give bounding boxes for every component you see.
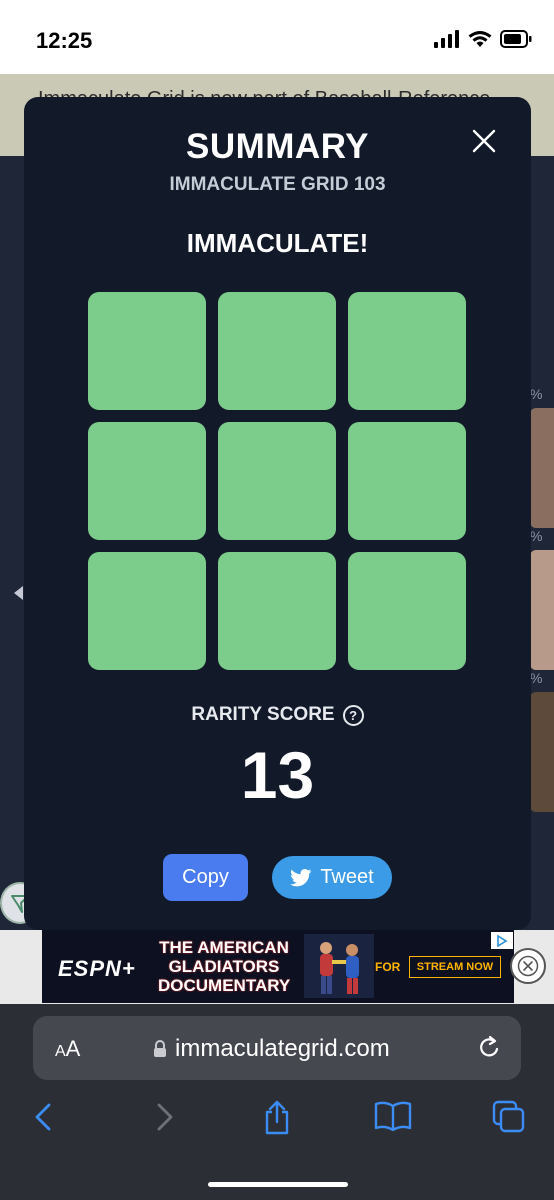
rarity-score-value: 13 [240, 738, 315, 812]
grid-cell [348, 292, 466, 410]
browser-nav-row [0, 1100, 554, 1140]
aa-large-label: A [65, 1036, 81, 1061]
grid-cell [88, 292, 206, 410]
url-text: immaculategrid.com [175, 1035, 390, 1062]
wifi-icon [468, 31, 492, 47]
grid-cell [218, 552, 336, 670]
carousel-left-arrow-icon[interactable] [14, 586, 23, 600]
tabs-button[interactable] [492, 1100, 526, 1136]
forward-icon [157, 1103, 173, 1131]
background-percent-mark: % [530, 670, 543, 686]
grid-cell [88, 552, 206, 670]
result-grid [88, 292, 466, 670]
rarity-score-label: RARITY SCORE [191, 704, 335, 725]
status-time: 12:25 [36, 28, 93, 53]
close-icon [517, 955, 539, 977]
ad-choices-icon[interactable] [491, 932, 513, 949]
background-card [530, 408, 554, 528]
bookmarks-icon [374, 1101, 412, 1132]
reload-button[interactable] [476, 1034, 502, 1067]
background-card [530, 692, 554, 812]
share-button[interactable] [260, 1100, 294, 1136]
grid-cell [348, 552, 466, 670]
forward-button[interactable] [146, 1100, 180, 1136]
home-indicator [208, 1182, 348, 1187]
aa-small-label: A [55, 1043, 66, 1060]
url-display[interactable]: immaculategrid.com [153, 1035, 390, 1063]
ad-brand-logo: ESPN+ [58, 956, 136, 981]
tweet-button-label: Tweet [320, 866, 374, 888]
tweet-button[interactable]: Tweet [272, 856, 392, 899]
ad-headline-line: DOCUMENTARY [158, 976, 291, 995]
close-button[interactable] [468, 125, 500, 157]
ad-headline-line: GLADIATORS [168, 957, 280, 976]
copy-button[interactable]: Copy [163, 854, 248, 901]
close-icon [472, 129, 496, 153]
modal-title: SUMMARY [185, 127, 370, 166]
ad-for-label: FOR [375, 960, 401, 974]
back-icon [35, 1103, 51, 1131]
bookmarks-button[interactable] [374, 1100, 412, 1136]
battery-icon [500, 30, 532, 48]
lock-icon [154, 1040, 166, 1057]
background-percent-mark: % [530, 528, 543, 544]
ad-banner[interactable]: ESPN+ THE AMERICAN GLADIATORS DOCUMENTAR… [42, 930, 514, 1003]
twitter-bird-icon [290, 868, 312, 886]
grid-cell [218, 422, 336, 540]
status-icons [434, 30, 532, 48]
tabs-icon [492, 1100, 525, 1133]
back-button[interactable] [28, 1100, 62, 1136]
ad-stream-now-button[interactable]: STREAM NOW [409, 956, 501, 978]
grid-cell [348, 422, 466, 540]
modal-subtitle: IMMACULATE GRID 103 [169, 174, 386, 195]
ad-fighters-image [304, 934, 374, 998]
status-bar: 12:25 [0, 0, 554, 74]
signal-icon [434, 30, 459, 48]
ad-area: ESPN+ THE AMERICAN GLADIATORS DOCUMENTAR… [0, 930, 554, 1004]
share-icon [265, 1100, 289, 1135]
background-percent-mark: % [530, 386, 543, 402]
rarity-score-row: RARITY SCORE ? [24, 704, 531, 726]
grid-cell [218, 292, 336, 410]
ad-headline: THE AMERICAN GLADIATORS DOCUMENTARY [158, 938, 290, 995]
browser-toolbar: AA immaculategrid.com [0, 1004, 554, 1200]
reader-options-button[interactable]: AA [55, 1036, 80, 1062]
background-card [530, 550, 554, 670]
help-icon[interactable]: ? [342, 704, 364, 726]
result-label: IMMACULATE! [186, 228, 369, 258]
reload-icon [480, 1035, 499, 1057]
address-bar[interactable]: AA immaculategrid.com [33, 1016, 521, 1080]
grid-cell [88, 422, 206, 540]
ad-close-button[interactable] [510, 948, 546, 984]
summary-modal: SUMMARY IMMACULATE GRID 103 IMMACULATE! … [24, 97, 531, 930]
ad-headline-line: THE AMERICAN [159, 938, 289, 957]
